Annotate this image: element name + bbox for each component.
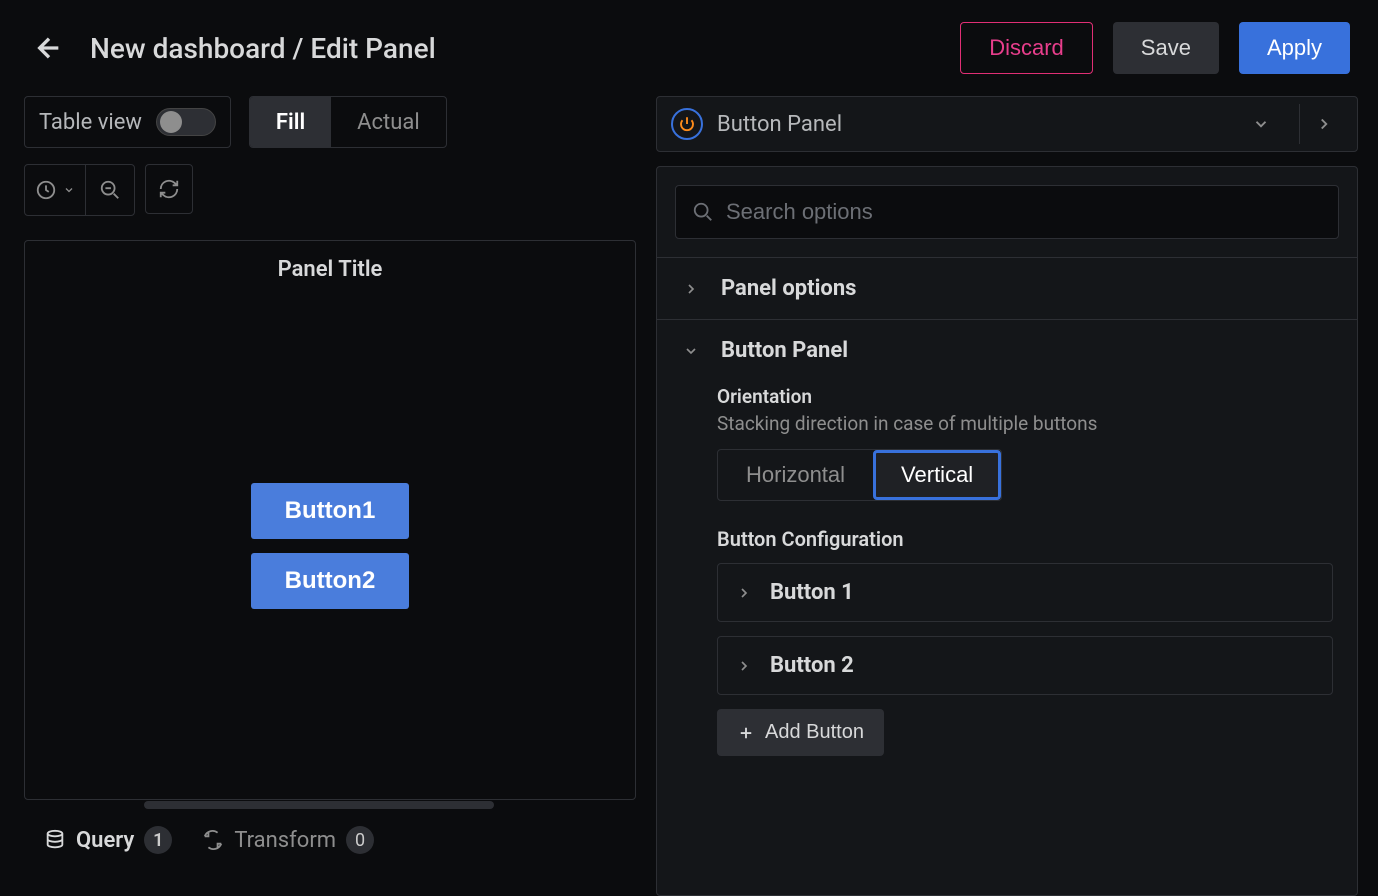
search-options-box — [675, 185, 1339, 239]
database-icon — [44, 829, 66, 851]
preview-button-1[interactable]: Button1 — [251, 483, 410, 539]
visualization-name: Button Panel — [717, 112, 1223, 137]
chevron-down-icon — [1252, 115, 1270, 133]
discard-button[interactable]: Discard — [960, 22, 1093, 74]
chevron-right-icon — [736, 585, 752, 601]
panel-title: Panel Title — [25, 241, 635, 292]
section-button-panel[interactable]: Button Panel — [657, 319, 1357, 381]
panel-preview: Panel Title Button1 Button2 — [24, 240, 636, 800]
toggle-knob — [160, 111, 182, 133]
arrow-left-icon — [33, 32, 65, 64]
power-icon — [671, 108, 703, 140]
table-view-toggle-group: Table view — [24, 96, 231, 148]
tab-transform[interactable]: Transform 0 — [202, 826, 374, 854]
chevron-right-icon — [736, 658, 752, 674]
table-view-toggle[interactable] — [156, 108, 216, 136]
add-button-label: Add Button — [765, 721, 864, 744]
scroll-thumb — [144, 801, 494, 809]
add-button[interactable]: Add Button — [717, 709, 884, 756]
button-config-2-label: Button 2 — [770, 653, 854, 678]
apply-button[interactable]: Apply — [1239, 22, 1350, 74]
time-range-button[interactable] — [25, 165, 86, 215]
refresh-button[interactable] — [145, 164, 193, 214]
search-icon — [692, 201, 714, 223]
table-view-label: Table view — [39, 110, 142, 135]
zoom-out-icon — [99, 179, 121, 201]
preview-button-2[interactable]: Button2 — [251, 553, 410, 609]
chevron-down-icon — [681, 343, 701, 359]
tab-query-count: 1 — [144, 826, 172, 854]
chevron-down-icon — [63, 184, 75, 196]
button-config-heading: Button Configuration — [717, 527, 1333, 551]
orientation-vertical[interactable]: Vertical — [873, 450, 1001, 500]
viz-dropdown-toggle[interactable] — [1237, 104, 1285, 144]
orientation-label: Orientation — [717, 385, 1333, 408]
fill-option[interactable]: Fill — [250, 97, 331, 147]
orientation-desc: Stacking direction in case of multiple b… — [717, 412, 1333, 435]
save-button[interactable]: Save — [1113, 22, 1219, 74]
plus-icon — [737, 724, 755, 742]
tab-query-label: Query — [76, 828, 134, 853]
actual-option[interactable]: Actual — [331, 97, 446, 147]
orientation-radio-group: Horizontal Vertical — [717, 449, 1002, 501]
button-config-1-label: Button 1 — [770, 580, 854, 605]
chevron-right-icon — [1315, 115, 1333, 133]
tab-transform-count: 0 — [346, 826, 374, 854]
page-title: New dashboard / Edit Panel — [90, 32, 940, 65]
clock-icon — [35, 179, 57, 201]
orientation-horizontal[interactable]: Horizontal — [718, 450, 873, 500]
preview-scrollbar[interactable] — [24, 800, 636, 810]
section-panel-options[interactable]: Panel options — [657, 257, 1357, 319]
zoom-out-button[interactable] — [86, 165, 134, 215]
fill-actual-switch: Fill Actual — [249, 96, 447, 148]
back-button[interactable] — [28, 27, 70, 69]
visualization-picker[interactable]: Button Panel — [656, 96, 1358, 152]
section-panel-options-title: Panel options — [721, 276, 856, 301]
transform-icon — [202, 829, 224, 851]
chevron-right-icon — [681, 281, 701, 297]
button-config-1[interactable]: Button 1 — [717, 563, 1333, 622]
button-config-2[interactable]: Button 2 — [717, 636, 1333, 695]
viz-expand-button[interactable] — [1299, 104, 1347, 144]
tab-query[interactable]: Query 1 — [44, 826, 172, 854]
search-options-input[interactable] — [726, 199, 1322, 225]
refresh-icon — [158, 178, 180, 200]
section-button-panel-title: Button Panel — [721, 338, 848, 363]
tab-transform-label: Transform — [234, 828, 336, 853]
